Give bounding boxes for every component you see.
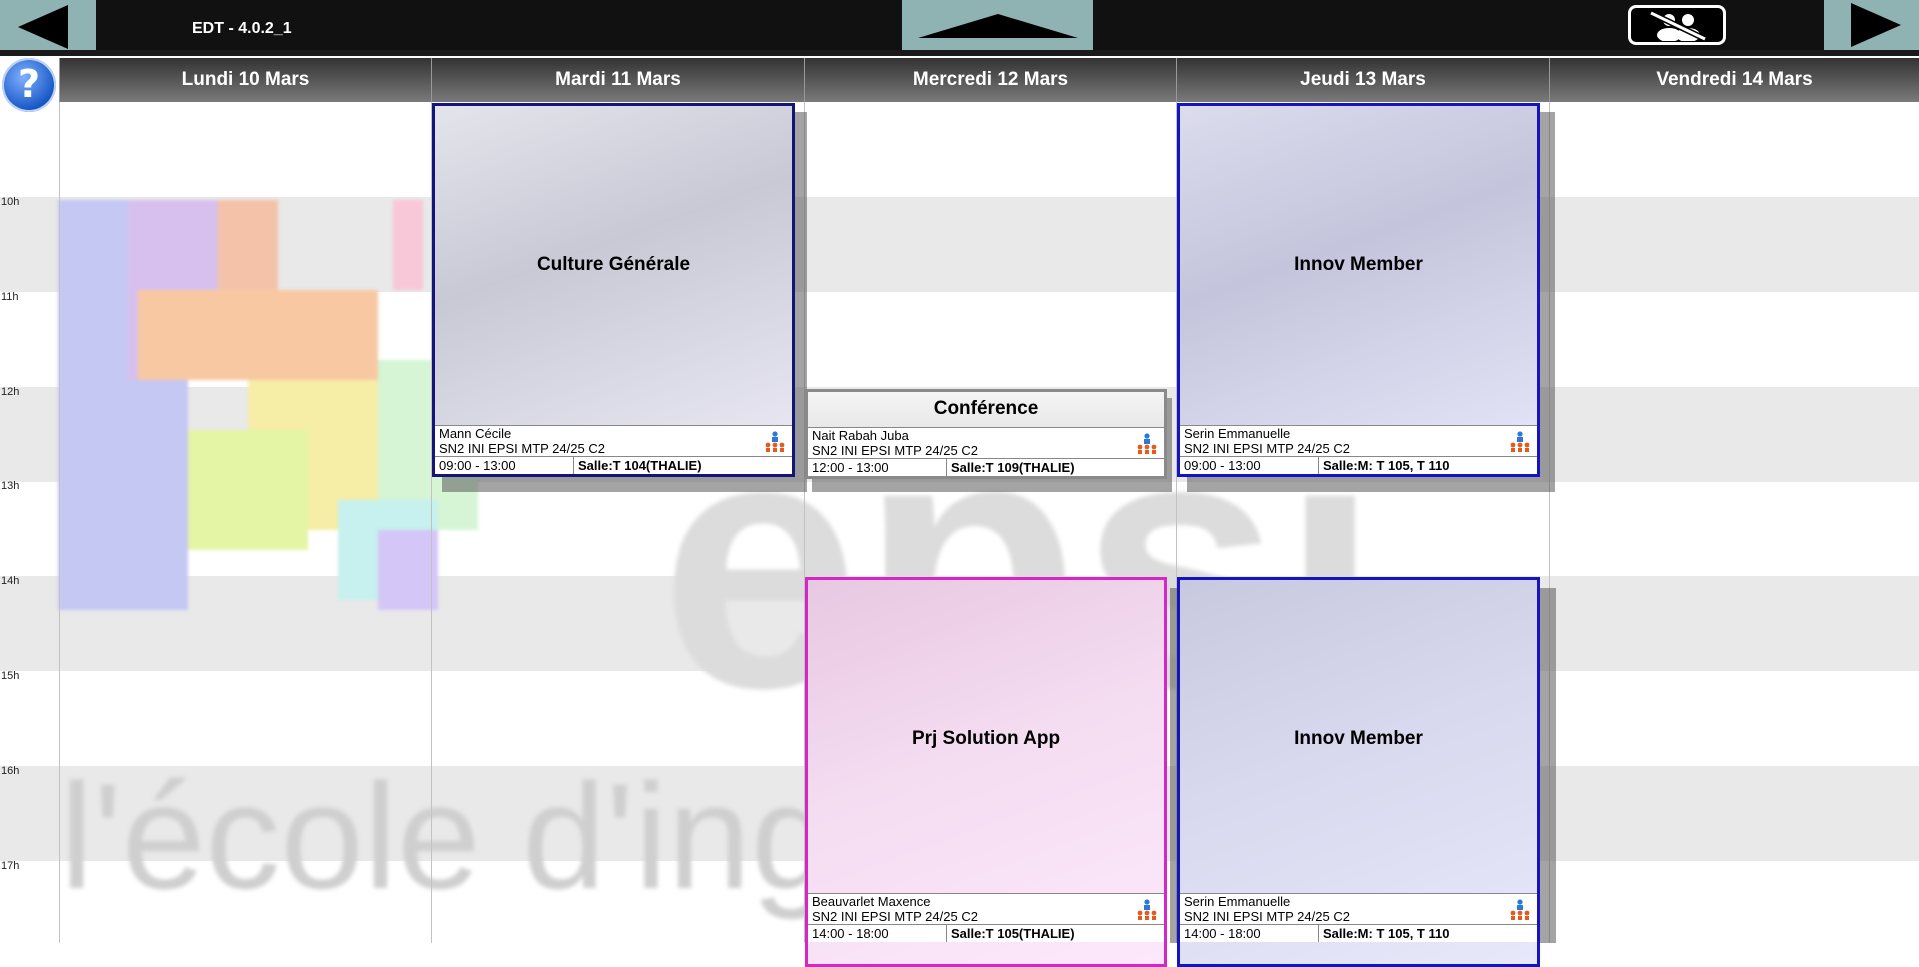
day-header-friday: Vendredi 14 Mars [1549,58,1919,102]
group-icon [765,431,785,452]
hour-label: 17h [1,860,20,872]
group-icon [1510,431,1530,452]
course-details: Serin Emmanuelle SN2 INI EPSI MTP 24/25 … [1180,893,1537,942]
hour-label: 11h [1,291,19,303]
course-room: Salle:T 109(THALIE) [951,460,1075,475]
course-block-prj-solution-app[interactable]: Prj Solution App Beauvarlet Maxence SN2 … [805,577,1167,967]
toggle-group-view-button[interactable] [1628,5,1726,45]
course-time: 14:00 - 18:00 [808,925,947,942]
course-details: Mann Cécile SN2 INI EPSI MTP 24/25 C2 09… [435,425,792,474]
course-title: Innov Member [1294,254,1423,275]
course-room: Salle:M: T 105, T 110 [1323,458,1450,473]
course-teacher: Beauvarlet Maxence [812,894,931,909]
course-group: SN2 INI EPSI MTP 24/25 C2 [1184,909,1350,924]
course-group: SN2 INI EPSI MTP 24/25 C2 [812,909,978,924]
version-bar: EDT - 4.0.2_1 [96,0,902,50]
course-block-conference[interactable]: Conférence Nait Rabah Juba SN2 INI EPSI … [805,389,1167,479]
day-header-tuesday: Mardi 11 Mars [431,58,804,102]
course-title: Prj Solution App [911,728,1061,749]
hour-label: 12h [1,386,20,398]
course-group: SN2 INI EPSI MTP 24/25 C2 [812,443,978,458]
course-time: 09:00 - 13:00 [435,457,574,474]
course-room: Salle:T 105(THALIE) [951,926,1075,941]
hour-label: 13h [1,480,20,492]
help-icon: ? [17,62,41,106]
day-header-thursday: Jeudi 13 Mars [1176,58,1549,102]
arrow-up-icon [918,14,1078,38]
course-details: Nait Rabah Juba SN2 INI EPSI MTP 24/25 C… [808,427,1164,476]
top-toolbar: EDT - 4.0.2_1 [0,0,1919,56]
collapse-up-button[interactable] [902,0,1093,50]
course-group: SN2 INI EPSI MTP 24/25 C2 [439,441,605,456]
hour-label: 15h [1,670,20,682]
app-version: EDT - 4.0.2_1 [192,20,292,37]
watermark-tagline: l'école d'ing [60,752,835,920]
group-icon [1137,433,1157,454]
course-details: Serin Emmanuelle SN2 INI EPSI MTP 24/25 … [1180,425,1537,474]
watermark-logo-blocks [58,200,478,610]
course-teacher: Nait Rabah Juba [812,428,909,443]
course-title: Innov Member [1294,728,1423,749]
course-teacher: Serin Emmanuelle [1184,894,1291,909]
hour-label: 16h [1,765,20,777]
course-group: SN2 INI EPSI MTP 24/25 C2 [1184,441,1350,456]
group-disabled-icon [1649,11,1707,41]
hour-label: 10h [1,196,20,208]
course-time: 14:00 - 18:00 [1180,925,1319,942]
hour-label: 14h [1,575,20,587]
previous-week-button[interactable] [0,0,96,50]
group-icon [1137,899,1157,920]
course-details: Beauvarlet Maxence SN2 INI EPSI MTP 24/2… [808,893,1164,942]
day-header-monday: Lundi 10 Mars [59,58,431,102]
course-teacher: Serin Emmanuelle [1184,426,1291,441]
course-title: Culture Générale [536,254,691,275]
arrow-right-icon [1851,3,1901,47]
day-header-wednesday: Mercredi 12 Mars [804,58,1176,102]
course-title: Conférence [933,398,1039,419]
course-time: 09:00 - 13:00 [1180,457,1319,474]
course-time: 12:00 - 13:00 [808,459,947,476]
next-week-button[interactable] [1824,0,1919,50]
group-icon [1510,899,1530,920]
course-room: Salle:M: T 105, T 110 [1323,926,1450,941]
course-block-innov-member-afternoon[interactable]: Innov Member Serin Emmanuelle SN2 INI EP… [1177,577,1540,967]
arrow-left-icon [18,5,68,49]
course-block-culture-generale[interactable]: Culture Générale Mann Cécile SN2 INI EPS… [432,103,795,477]
course-block-innov-member-morning[interactable]: Innov Member Serin Emmanuelle SN2 INI EP… [1177,103,1540,477]
course-room: Salle:T 104(THALIE) [578,458,702,473]
course-teacher: Mann Cécile [439,426,512,441]
